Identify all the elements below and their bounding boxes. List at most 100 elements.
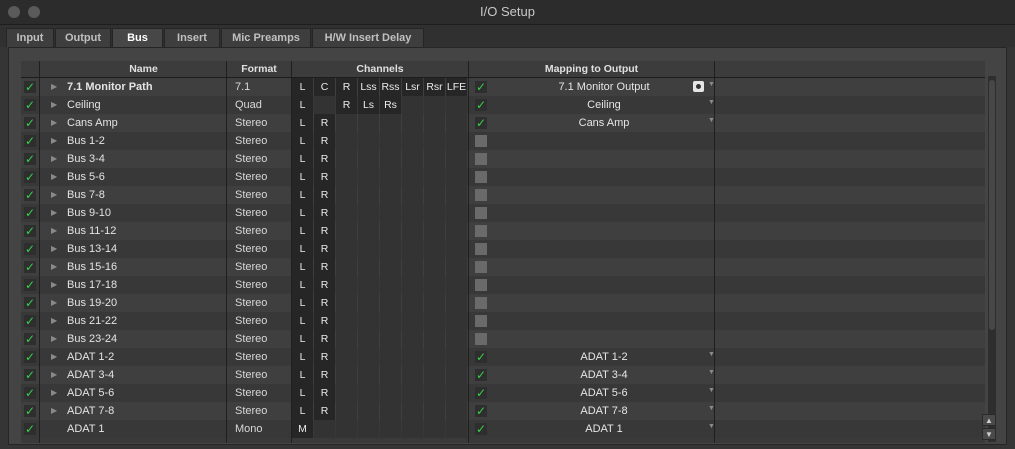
table-row[interactable]: ✓ ▶ 7.1 Monitor Path 7.1 L C R Lss Rss Lsr Rsr LFE ✓… [21, 78, 985, 96]
mapping-output-select[interactable]: Cans Amp [495, 114, 713, 132]
channel-cell[interactable] [402, 114, 423, 132]
channel-cell[interactable]: R [314, 330, 335, 348]
channel-cell[interactable] [446, 132, 467, 150]
expand-triangle-icon[interactable]: ▶ [51, 150, 61, 168]
channel-cell[interactable] [358, 312, 379, 330]
bus-name[interactable]: Cans Amp [67, 114, 223, 132]
channel-cell[interactable] [380, 276, 401, 294]
channel-cell[interactable]: R [314, 294, 335, 312]
channel-cell[interactable] [380, 186, 401, 204]
channel-cell[interactable] [358, 348, 379, 366]
bus-format[interactable]: Stereo [235, 276, 291, 294]
channel-cell[interactable] [402, 384, 423, 402]
expand-triangle-icon[interactable]: ▶ [51, 258, 61, 276]
table-row[interactable]: ✓ ▶ Bus 3-4 StereoLR ✓ [21, 150, 985, 168]
bus-format[interactable]: Stereo [235, 150, 291, 168]
bus-name[interactable]: ADAT 3-4 [67, 366, 223, 384]
active-checkbox[interactable]: ✓ [24, 369, 36, 381]
active-checkbox[interactable]: ✓ [24, 171, 36, 183]
bus-format[interactable]: Stereo [235, 132, 291, 150]
channel-cell[interactable]: L [292, 204, 313, 222]
channel-cell[interactable]: R [314, 186, 335, 204]
channel-cell[interactable]: Rs [380, 96, 401, 114]
channel-cell[interactable]: LFE [446, 78, 467, 96]
expand-triangle-icon[interactable]: ▶ [51, 132, 61, 150]
mapping-checkbox[interactable]: ✓ [475, 171, 487, 183]
bus-format[interactable]: Quad [235, 96, 291, 114]
table-row[interactable]: ✓ ▶ Bus 5-6 StereoLR ✓ [21, 168, 985, 186]
channel-cell[interactable] [446, 294, 467, 312]
channel-cell[interactable] [358, 402, 379, 420]
speaker-icon[interactable] [693, 81, 704, 92]
mapping-checkbox[interactable]: ✓ [475, 333, 487, 345]
mapping-checkbox[interactable]: ✓ [475, 351, 487, 363]
channel-cell[interactable] [402, 348, 423, 366]
tab-mic-preamps[interactable]: Mic Preamps [221, 28, 311, 47]
table-row[interactable]: ✓ ▶ Bus 9-10 StereoLR ✓ [21, 204, 985, 222]
channel-cell[interactable]: L [292, 402, 313, 420]
active-checkbox[interactable]: ✓ [24, 387, 36, 399]
active-checkbox[interactable]: ✓ [24, 81, 36, 93]
channel-cell[interactable] [358, 186, 379, 204]
channel-cell[interactable]: R [314, 114, 335, 132]
expand-triangle-icon[interactable]: ▶ [51, 402, 61, 420]
channel-cell[interactable] [424, 348, 445, 366]
table-row[interactable]: ✓ ▶ ADAT 7-8 Stereo L R ✓ ADAT 7-8 ▼ [21, 402, 985, 420]
active-checkbox[interactable]: ✓ [24, 351, 36, 363]
channel-cell[interactable] [358, 168, 379, 186]
expand-triangle-icon[interactable]: ▶ [51, 186, 61, 204]
channel-cell[interactable] [424, 384, 445, 402]
channel-cell[interactable] [380, 330, 401, 348]
channel-cell[interactable]: R [314, 168, 335, 186]
channel-cell[interactable]: L [292, 150, 313, 168]
active-checkbox[interactable]: ✓ [24, 261, 36, 273]
channel-cell[interactable] [380, 204, 401, 222]
table-row[interactable]: ✓ ▶ Bus 7-8 StereoLR ✓ [21, 186, 985, 204]
table-row[interactable]: ✓ ▶ ADAT 3-4 Stereo L R ✓ ADAT 3-4 ▼ [21, 366, 985, 384]
bus-format[interactable]: Stereo [235, 294, 291, 312]
channel-cell[interactable]: L [292, 240, 313, 258]
expand-triangle-icon[interactable]: ▶ [51, 312, 61, 330]
channel-cell[interactable]: L [292, 114, 313, 132]
channel-cell[interactable] [336, 366, 357, 384]
channel-cell[interactable] [446, 366, 467, 384]
channel-cell[interactable] [424, 276, 445, 294]
channel-cell[interactable] [314, 96, 335, 114]
channel-cell[interactable] [336, 348, 357, 366]
mapping-output-select[interactable]: 7.1 Monitor Output [495, 78, 713, 96]
channel-cell[interactable]: L [292, 348, 313, 366]
channel-cell[interactable] [380, 132, 401, 150]
channel-cell[interactable]: R [314, 402, 335, 420]
table-row[interactable]: ✓ ▶ Ceiling Quad L R Ls Rs ✓ Ceiling ▼ [21, 96, 985, 114]
table-row[interactable]: ✓ ▶ Bus 15-16 StereoLR ✓ [21, 258, 985, 276]
table-row[interactable]: ✓ ▶ Bus 21-22 StereoLR ✓ [21, 312, 985, 330]
channel-cell[interactable] [336, 330, 357, 348]
channel-cell[interactable] [358, 366, 379, 384]
active-checkbox[interactable]: ✓ [24, 333, 36, 345]
bus-name[interactable]: Bus 13-14 [67, 240, 223, 258]
channel-cell[interactable] [358, 222, 379, 240]
channel-cell[interactable] [402, 366, 423, 384]
channel-cell[interactable]: R [314, 240, 335, 258]
channel-cell[interactable] [446, 204, 467, 222]
mapping-checkbox[interactable]: ✓ [475, 369, 487, 381]
channel-cell[interactable] [336, 204, 357, 222]
table-row[interactable]: ✓ ADAT 1 Mono M ✓ ADAT 1 ▼ [21, 420, 985, 438]
channel-cell[interactable] [358, 132, 379, 150]
channel-cell[interactable] [380, 150, 401, 168]
channel-cell[interactable]: R [314, 222, 335, 240]
table-row[interactable]: ✓ ▶ ADAT 1-2 Stereo L R ✓ ADAT 1-2 ▼ [21, 348, 985, 366]
channel-cell[interactable] [380, 240, 401, 258]
channel-cell[interactable] [380, 168, 401, 186]
bus-name[interactable]: ADAT 7-8 [67, 402, 223, 420]
bus-format[interactable]: Stereo [235, 168, 291, 186]
channel-cell[interactable] [380, 420, 401, 438]
mapping-checkbox[interactable]: ✓ [475, 189, 487, 201]
channel-cell[interactable] [424, 402, 445, 420]
channel-cell[interactable]: R [336, 96, 357, 114]
channel-cell[interactable]: L [292, 366, 313, 384]
channel-cell[interactable] [380, 258, 401, 276]
active-checkbox[interactable]: ✓ [24, 99, 36, 111]
channel-cell[interactable] [358, 294, 379, 312]
active-checkbox[interactable]: ✓ [24, 243, 36, 255]
